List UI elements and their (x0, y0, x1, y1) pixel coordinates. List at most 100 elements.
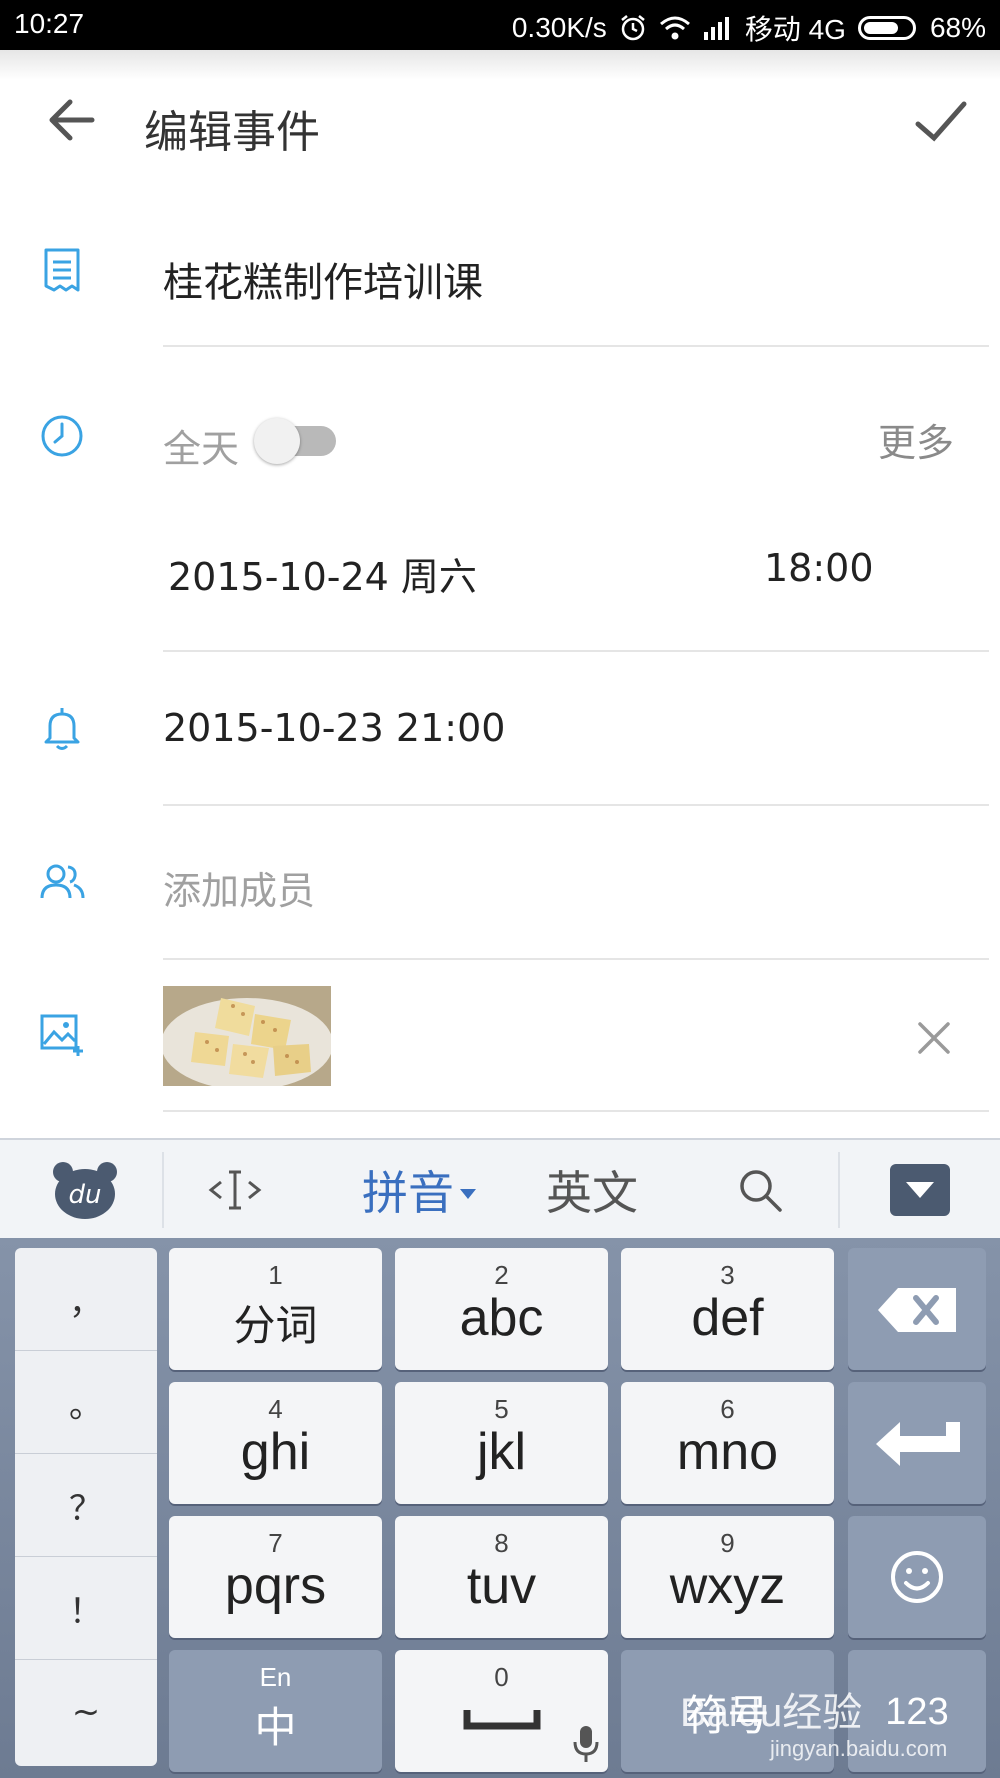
divider-image (163, 1110, 989, 1112)
add-members-input[interactable]: 添加成员 (163, 860, 315, 915)
watermark-url: jingyan.baidu.com (770, 1736, 948, 1761)
key-6-num: 6 (720, 1394, 735, 1424)
reminder-time[interactable]: 2015-10-23 21:00 (163, 706, 505, 750)
attached-image[interactable] (163, 986, 331, 1086)
battery-percent: 68% (929, 12, 986, 43)
enter-icon (876, 1422, 960, 1466)
key-3[interactable]: 3 def (621, 1248, 834, 1370)
status-time: 10:27 (14, 8, 85, 39)
search-icon (740, 1170, 782, 1212)
divider-title (163, 345, 989, 347)
key-3-label: def (691, 1289, 764, 1347)
key-5-label: jkl (476, 1423, 527, 1481)
all-day-toggle[interactable] (254, 418, 336, 464)
screen: 10:27 0.30K/s 移动 4G 68% 编辑事件 桂花糕制作培训课 全天… (0, 0, 1000, 1778)
english-mode-button[interactable]: 英文 (530, 1140, 654, 1240)
divider-time (163, 650, 989, 652)
key-8[interactable]: 8 tuv (395, 1516, 608, 1638)
punct-tilde[interactable]: ~ (15, 1660, 157, 1763)
key-2-label: abc (459, 1289, 544, 1347)
key-7-num: 7 (268, 1528, 283, 1558)
bear-logo-icon: du (53, 1162, 117, 1219)
key-9-num: 9 (720, 1528, 735, 1558)
image-add-icon[interactable] (38, 1010, 86, 1058)
key-7-label: pqrs (224, 1557, 327, 1615)
du-logo-text: du (69, 1180, 102, 1210)
check-icon[interactable] (910, 92, 970, 152)
backspace-icon (878, 1288, 956, 1332)
page-title: 编辑事件 (144, 107, 320, 158)
punctuation-column: ， 。 ？ ！ ~ (15, 1248, 157, 1766)
keyboard-hide-icon (890, 1164, 950, 1216)
key-1-num: 1 (268, 1260, 283, 1290)
people-icon (40, 864, 85, 899)
event-title[interactable]: 桂花糕制作培训课 (163, 250, 483, 308)
key-2[interactable]: 2 abc (395, 1248, 608, 1370)
status-bar: 10:27 0.30K/s 移动 4G 68% (0, 0, 1000, 50)
close-icon[interactable] (912, 1016, 956, 1060)
cursor-move-button[interactable] (190, 1140, 280, 1240)
chevron-down-icon (460, 1189, 476, 1199)
emoji-icon (891, 1551, 943, 1603)
clock-icon (41, 415, 83, 457)
note-icon (44, 248, 80, 292)
key-6[interactable]: 6 mno (621, 1382, 834, 1504)
status-indicators: 0.30K/s 移动 4G 68% (512, 8, 986, 48)
key-1-label: 分词 (233, 1301, 318, 1350)
key-9-label: wxyz (669, 1557, 786, 1615)
key-5-num: 5 (494, 1394, 509, 1424)
lang-switch-label: 中 (254, 1703, 297, 1752)
search-button[interactable] (720, 1140, 800, 1240)
key-8-label: tuv (466, 1557, 537, 1615)
key-2-num: 2 (494, 1260, 509, 1290)
header-shadow (0, 50, 1000, 80)
emoji-key[interactable] (848, 1516, 986, 1638)
number-key-label: 123 (885, 1691, 949, 1733)
battery-icon (857, 16, 916, 40)
key-8-num: 8 (494, 1528, 509, 1558)
food-photo (163, 986, 331, 1086)
mic-icon (573, 1726, 599, 1762)
keyboard-hide-button[interactable] (880, 1140, 960, 1240)
net-speed: 0.30K/s (511, 12, 607, 43)
key-6-label: mno (676, 1423, 779, 1481)
lang-switch-key[interactable]: En 中 (169, 1650, 382, 1772)
space-key[interactable]: 0 (395, 1650, 608, 1772)
key-4[interactable]: 4 ghi (169, 1382, 382, 1504)
punct-exclaim[interactable]: ！ (15, 1557, 157, 1660)
divider-members (163, 958, 989, 960)
enter-key[interactable] (848, 1382, 986, 1504)
key-9[interactable]: 9 wxyz (621, 1516, 834, 1638)
toolbar-separator-2 (838, 1152, 840, 1228)
divider-reminder (163, 804, 989, 806)
toolbar-separator (162, 1152, 164, 1228)
key-7[interactable]: 7 pqrs (169, 1516, 382, 1638)
all-day-label: 全天 (163, 427, 240, 471)
bell-icon (44, 708, 80, 750)
key-5[interactable]: 5 jkl (395, 1382, 608, 1504)
du-logo-button[interactable]: du (30, 1140, 140, 1240)
pinyin-mode-button[interactable]: 拼音 (350, 1140, 490, 1240)
lang-switch-top: En (259, 1662, 292, 1692)
pinyin-label: 拼音 (362, 1166, 454, 1220)
key-3-num: 3 (720, 1260, 735, 1290)
signal-icon (703, 17, 729, 40)
key-4-label: ghi (240, 1423, 311, 1481)
key-1[interactable]: 1 分词 (169, 1248, 382, 1370)
punct-period[interactable]: 。 (15, 1351, 157, 1454)
backspace-key[interactable] (848, 1248, 986, 1370)
arrow-left-icon[interactable] (40, 90, 100, 150)
cursor-move-icon (208, 1170, 262, 1210)
event-date[interactable]: 2015-10-24 周六 (168, 546, 477, 601)
keyboard-toolbar: du 拼音 英文 (0, 1138, 1000, 1238)
event-time[interactable]: 18:00 (764, 546, 874, 590)
punct-comma[interactable]: ， (15, 1248, 157, 1351)
more-button[interactable]: 更多 (878, 412, 954, 467)
punct-question[interactable]: ？ (15, 1454, 157, 1557)
english-label: 英文 (546, 1166, 638, 1220)
carrier-label: 移动 4G (744, 14, 846, 45)
alarm-icon (621, 15, 645, 41)
wifi-icon (659, 16, 690, 40)
toggle-knob (254, 418, 300, 464)
key-4-num: 4 (268, 1394, 283, 1424)
